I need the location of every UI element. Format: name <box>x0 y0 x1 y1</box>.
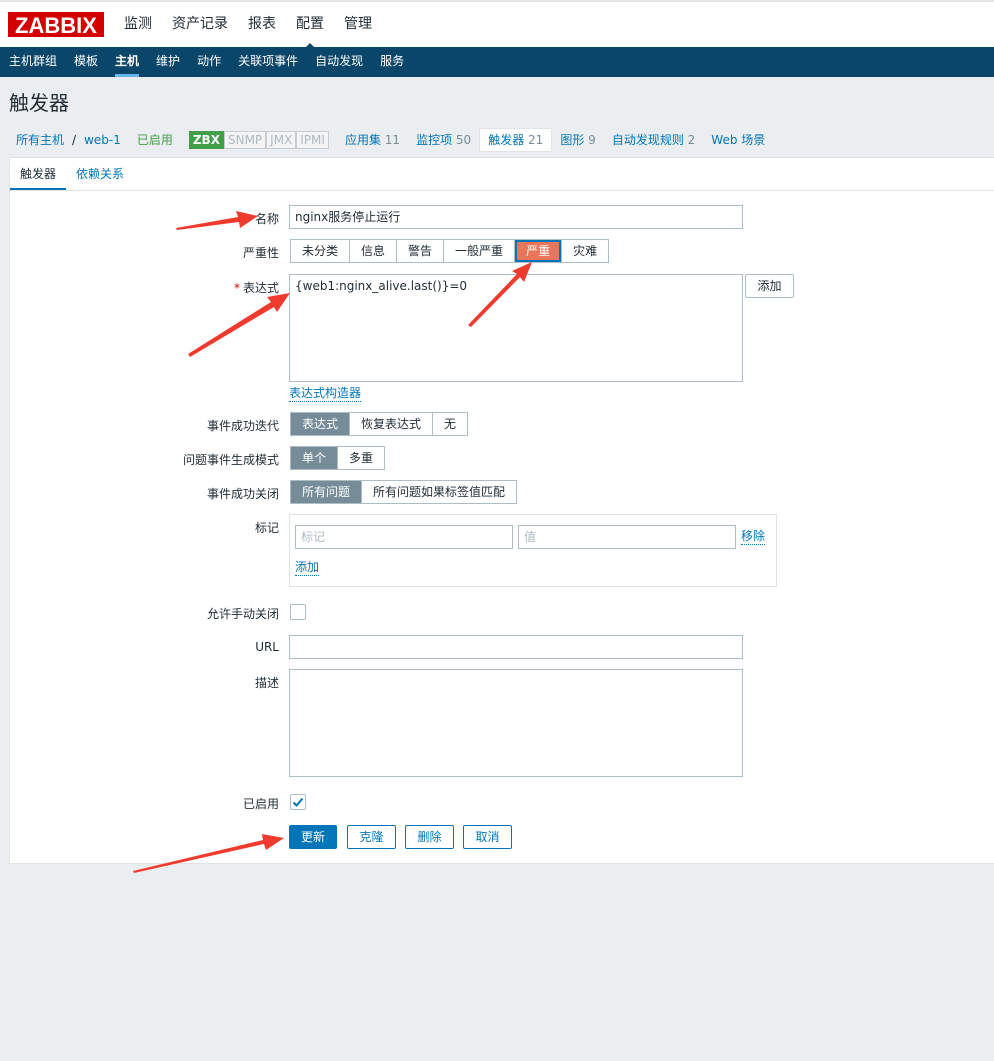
badge-jmx: JMX <box>266 131 297 149</box>
breadcrumb-host[interactable]: web-1 <box>76 129 129 151</box>
menu-reports[interactable]: 报表 <box>238 2 286 47</box>
submenu-correlation[interactable]: 关联项事件 <box>229 47 306 77</box>
badge-zbx: ZBX <box>188 131 224 149</box>
zabbix-logo[interactable]: ZABBIX <box>8 12 104 38</box>
required-marker: * <box>233 281 240 295</box>
description-textarea[interactable] <box>289 669 743 777</box>
breadcrumb: 所有主机 / web-1 已启用 ZBX SNMP JMX IPMI 应用集 1… <box>8 128 773 152</box>
tags-label: 标记 <box>254 521 279 535</box>
ok-event-label: 事件成功迭代 <box>206 419 279 433</box>
menu-configuration[interactable]: 配置 <box>286 2 334 48</box>
breadcrumb-applications-count: 11 <box>384 133 401 147</box>
breadcrumb-items-label: 监控项 <box>416 133 453 147</box>
severity-high[interactable]: 严重 <box>515 240 563 262</box>
enabled-checkbox[interactable] <box>290 794 306 810</box>
name-input[interactable]: nginx服务停止运行 <box>289 205 743 229</box>
manual-close-checkbox[interactable] <box>290 604 306 620</box>
breadcrumb-triggers-label: 触发器 <box>488 133 525 147</box>
submenu-actions[interactable]: 动作 <box>188 47 229 77</box>
breadcrumb-items-count: 50 <box>455 133 472 147</box>
host-status-enabled[interactable]: 已启用 <box>129 129 181 151</box>
breadcrumb-graphs[interactable]: 图形 9 <box>552 129 603 151</box>
clone-button[interactable]: 克隆 <box>347 825 396 849</box>
problem-mode-selector: 单个 多重 <box>290 446 386 470</box>
expression-label-text: 表达式 <box>242 281 279 295</box>
enabled-label: 已启用 <box>242 797 279 811</box>
tag-value-input[interactable]: 值 <box>518 525 736 549</box>
expression-add-button[interactable]: 添加 <box>745 274 794 298</box>
badge-ipmi: IPMI <box>296 131 329 149</box>
severity-average[interactable]: 一般严重 <box>444 240 516 262</box>
url-input[interactable] <box>289 635 743 659</box>
breadcrumb-triggers[interactable]: 触发器 21 <box>479 128 553 152</box>
breadcrumb-applications-label: 应用集 <box>344 133 381 147</box>
problem-mode-single[interactable]: 单个 <box>291 447 339 469</box>
update-button[interactable]: 更新 <box>289 825 337 849</box>
name-label: * 名称 <box>246 210 279 227</box>
url-label: URL <box>255 640 279 654</box>
severity-selector: 未分类 信息 警告 一般严重 严重 灾难 <box>290 239 610 263</box>
tab-dependencies[interactable]: 依赖关系 <box>66 158 134 190</box>
expression-constructor-link[interactable]: 表达式构造器 <box>289 386 362 402</box>
submenu-host-groups[interactable]: 主机群组 <box>0 47 65 77</box>
sub-menu: 主机群组 模板 主机 维护 动作 关联项事件 自动发现 服务 <box>0 47 994 77</box>
submenu-templates[interactable]: 模板 <box>65 47 106 77</box>
severity-warning[interactable]: 警告 <box>397 240 445 262</box>
severity-not-classified[interactable]: 未分类 <box>291 240 351 262</box>
tags-box: 标记 值 移除 添加 <box>289 514 777 587</box>
manual-close-label: 允许手动关闭 <box>206 607 279 621</box>
ok-close-label: 事件成功关闭 <box>206 487 279 501</box>
severity-label: 严重性 <box>242 246 279 260</box>
description-label: 描述 <box>254 676 279 690</box>
delete-button[interactable]: 删除 <box>405 825 454 849</box>
submenu-hosts[interactable]: 主机 <box>106 47 147 77</box>
menu-administration[interactable]: 管理 <box>334 2 382 47</box>
expression-textarea[interactable]: {web1:nginx_alive.last()}=0 <box>289 274 743 382</box>
tag-add-link[interactable]: 添加 <box>295 560 320 576</box>
breadcrumb-items[interactable]: 监控项 50 <box>408 129 479 151</box>
tab-trigger[interactable]: 触发器 <box>10 158 67 190</box>
form-tabs: 触发器 依赖关系 <box>10 158 994 191</box>
ok-close-selector: 所有问题 所有问题如果标签值匹配 <box>290 480 518 504</box>
severity-information[interactable]: 信息 <box>350 240 398 262</box>
required-marker: * <box>245 212 252 226</box>
ok-event-recovery-expression[interactable]: 恢复表达式 <box>350 413 434 435</box>
ok-close-all-problems[interactable]: 所有问题 <box>291 481 363 503</box>
submenu-maintenance[interactable]: 维护 <box>147 47 188 77</box>
ok-event-expression[interactable]: 表达式 <box>291 413 351 435</box>
breadcrumb-discovery-label: 自动发现规则 <box>611 133 684 147</box>
breadcrumb-discovery-count: 2 <box>687 133 696 147</box>
breadcrumb-graphs-count: 9 <box>588 133 596 147</box>
problem-mode-label: 问题事件生成模式 <box>182 453 279 467</box>
menu-inventory[interactable]: 资产记录 <box>162 2 238 47</box>
breadcrumb-applications[interactable]: 应用集 11 <box>337 129 408 151</box>
cancel-button[interactable]: 取消 <box>463 825 512 849</box>
top-header: ZABBIX 监测 资产记录 报表 配置 管理 <box>0 0 994 48</box>
name-label-text: 名称 <box>254 212 279 226</box>
problem-mode-multiple[interactable]: 多重 <box>338 447 385 469</box>
breadcrumb-discovery-rules[interactable]: 自动发现规则 2 <box>604 129 703 151</box>
expression-label: * 表达式 <box>234 279 279 296</box>
ok-close-tag-match[interactable]: 所有问题如果标签值匹配 <box>362 481 517 503</box>
breadcrumb-graphs-label: 图形 <box>560 133 585 147</box>
trigger-form-card: 触发器 依赖关系 * 名称 nginx服务停止运行 严重性 未分类 信息 警告 一… <box>9 157 994 864</box>
breadcrumb-triggers-count: 21 <box>528 133 544 147</box>
submenu-services[interactable]: 服务 <box>371 47 412 77</box>
checkmark-icon <box>292 797 304 807</box>
breadcrumb-all-hosts[interactable]: 所有主机 <box>8 129 72 151</box>
breadcrumb-web-scenarios[interactable]: Web 场景 <box>703 129 773 151</box>
availability-badges: ZBX SNMP JMX IPMI <box>188 131 329 149</box>
severity-disaster[interactable]: 灾难 <box>562 240 609 262</box>
page-title: 触发器 <box>9 91 69 115</box>
ok-event-none[interactable]: 无 <box>433 413 468 435</box>
badge-snmp: SNMP <box>223 131 267 149</box>
tag-remove-link[interactable]: 移除 <box>741 529 766 545</box>
menu-monitoring[interactable]: 监测 <box>114 2 162 47</box>
tag-name-input[interactable]: 标记 <box>295 525 513 549</box>
ok-event-selector: 表达式 恢复表达式 无 <box>290 412 469 436</box>
submenu-discovery[interactable]: 自动发现 <box>306 47 371 77</box>
main-menu: 监测 资产记录 报表 配置 管理 <box>114 2 382 48</box>
